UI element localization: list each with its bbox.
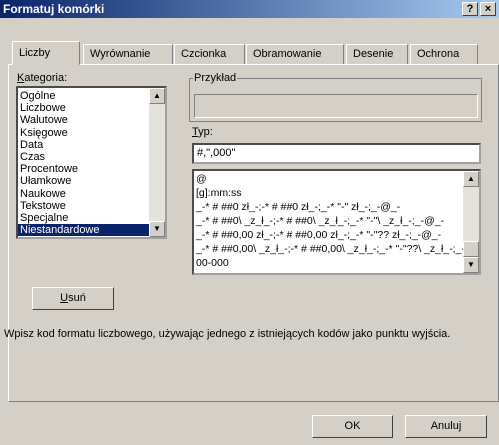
tab-ochrona[interactable]: Ochrona [410, 44, 478, 64]
format-item[interactable]: _-* # ##0 zł_-;-* # ##0 zł_-;_-* "-" zł_… [194, 200, 479, 214]
category-item[interactable]: Liczbowe [18, 102, 165, 114]
format-item[interactable]: @ [194, 172, 479, 186]
category-item-selected[interactable]: Niestandardowe [18, 224, 149, 237]
ok-button[interactable]: OK [312, 415, 393, 438]
sample-preview [194, 94, 478, 118]
close-button[interactable]: × [480, 2, 496, 16]
category-item[interactable]: Naukowe [18, 188, 165, 200]
category-list[interactable]: Ogólne Liczbowe Walutowe Księgowe Data C… [16, 86, 167, 239]
tab-liczby[interactable]: Liczby [12, 41, 80, 65]
format-item[interactable]: _-* # ##0,00 zł_-;-* # ##0,00 zł_-;_-* "… [194, 228, 479, 242]
type-label: Typ: [192, 126, 213, 138]
tab-obramowanie[interactable]: Obramowanie [246, 44, 344, 64]
category-item[interactable]: Walutowe [18, 114, 165, 126]
scroll-thumb[interactable] [463, 241, 479, 257]
window-title: Formatuj komórki [3, 2, 105, 16]
type-input[interactable]: #,",000" [192, 143, 481, 164]
category-item[interactable]: Tekstowe [18, 200, 165, 212]
title-bar: Formatuj komórki ? × [0, 0, 499, 18]
scroll-up-icon[interactable]: ▲ [463, 171, 479, 187]
tab-czcionka[interactable]: Czcionka [174, 44, 245, 64]
category-item[interactable]: Ułamkowe [18, 175, 165, 187]
tab-wyrownanie[interactable]: Wyrównanie [83, 44, 173, 64]
scroll-down-icon[interactable]: ▼ [149, 221, 165, 237]
category-item[interactable]: Księgowe [18, 127, 165, 139]
category-item[interactable]: Czas [18, 151, 165, 163]
category-scrollbar[interactable]: ▲ ▼ [149, 88, 165, 237]
scroll-down-icon[interactable]: ▼ [463, 257, 479, 273]
format-item[interactable]: _-* # ##0,00\ _z_ł_-;-* # ##0,00\ _z_ł_-… [194, 242, 479, 256]
delete-button[interactable]: Usuń [32, 287, 114, 310]
category-item[interactable]: Ogólne [18, 90, 165, 102]
tab-panel-liczby: Kategoria: Ogólne Liczbowe Walutowe Księ… [4, 64, 499, 402]
category-label: Kategoria: [17, 72, 68, 84]
category-item[interactable]: Data [18, 139, 165, 151]
scroll-up-icon[interactable]: ▲ [149, 88, 165, 104]
format-scrollbar[interactable]: ▲ ▼ [463, 171, 479, 273]
sample-groupbox: Przykład [189, 72, 482, 122]
help-button[interactable]: ? [462, 2, 478, 16]
sample-label: Przykład [193, 72, 238, 84]
format-description: Wpisz kod formatu liczbowego, używając j… [4, 328, 451, 340]
format-list[interactable]: @ [g]:mm:ss _-* # ##0 zł_-;-* # ##0 zł_-… [192, 169, 481, 275]
tab-desenie[interactable]: Desenie [346, 44, 408, 64]
category-item[interactable]: Procentowe [18, 163, 165, 175]
format-item[interactable]: [g]:mm:ss [194, 186, 479, 200]
category-item[interactable]: Specjalne [18, 212, 165, 224]
cancel-button[interactable]: Anuluj [405, 415, 487, 438]
format-item[interactable]: 00-000 [194, 256, 479, 270]
format-item[interactable]: _-* # ##0\ _z_ł_-;-* # ##0\ _z_ł_-;_-* "… [194, 214, 479, 228]
